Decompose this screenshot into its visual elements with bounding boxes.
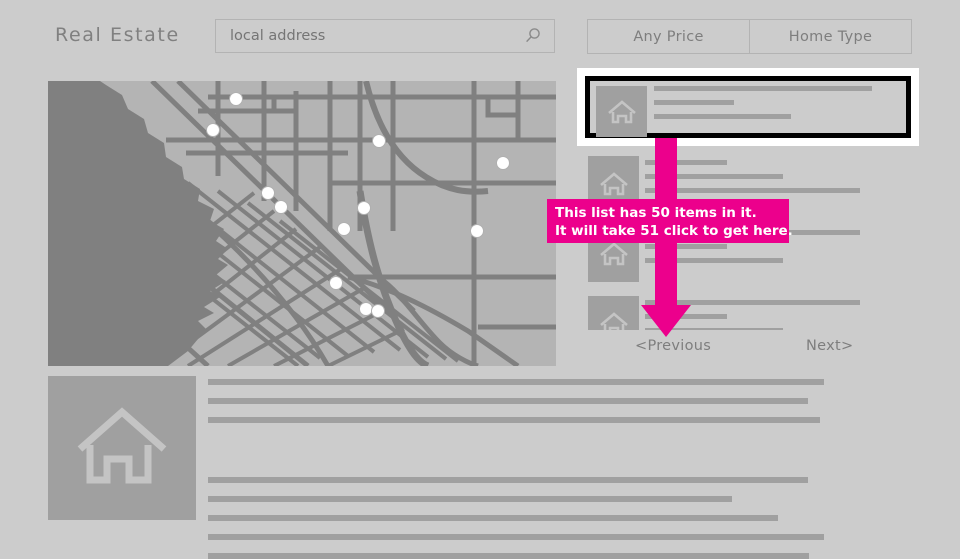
detail-line: [208, 515, 778, 521]
listing-line: [654, 100, 734, 105]
detail-thumbnail: [48, 376, 196, 520]
filter-bar: Any Price Home Type: [587, 19, 912, 54]
real-estate-app: Real Estate Any Price Home Type: [0, 0, 960, 559]
house-icon: [599, 312, 628, 330]
search-box[interactable]: [215, 19, 555, 53]
search-input[interactable]: [230, 20, 510, 52]
map-view[interactable]: [48, 81, 556, 366]
detail-line: [208, 398, 808, 404]
listing-line: [645, 174, 783, 179]
listing-text-lines: [645, 300, 880, 330]
pagination: <Previous Next>: [580, 338, 900, 362]
listing-line: [654, 114, 791, 119]
annotation-callout: This list has 50 items in it. It will ta…: [547, 199, 793, 243]
listing-text-lines: [645, 160, 880, 202]
next-page-link[interactable]: Next>: [806, 338, 853, 354]
detail-line: [208, 477, 808, 483]
filter-home-type[interactable]: Home Type: [749, 19, 912, 54]
house-icon: [77, 407, 167, 484]
selected-listing-highlight: [585, 76, 911, 138]
detail-line: [208, 496, 732, 502]
listing-line: [645, 258, 783, 263]
list-item[interactable]: [580, 296, 880, 330]
house-icon: [607, 99, 636, 123]
filter-home-type-label: Home Type: [788, 28, 873, 45]
filter-any-price-label: Any Price: [633, 28, 704, 45]
filter-any-price[interactable]: Any Price: [587, 19, 750, 54]
map-canvas: [48, 81, 556, 366]
selected-listing-text-lines: [654, 86, 900, 128]
annotation-line-1: This list has 50 items in it.: [555, 205, 757, 221]
listing-line: [645, 244, 727, 249]
listing-thumbnail: [588, 296, 639, 330]
listing-line: [645, 188, 860, 193]
annotation-line-2: It will take 51 click to get here.: [555, 223, 793, 239]
listing-line: [654, 86, 872, 91]
house-icon: [599, 172, 628, 196]
selected-listing-card[interactable]: [577, 68, 919, 146]
listing-line: [645, 314, 727, 319]
previous-page-link[interactable]: <Previous: [635, 338, 711, 354]
detail-line: [208, 534, 824, 540]
listing-line: [645, 328, 783, 330]
house-icon: [599, 242, 628, 266]
search-icon[interactable]: [524, 27, 542, 45]
detail-line: [208, 553, 809, 559]
detail-line: [208, 417, 820, 423]
listing-line: [645, 160, 727, 165]
detail-line: [208, 379, 824, 385]
selected-listing-thumbnail: [596, 86, 647, 137]
listing-line: [645, 300, 860, 305]
page-title: Real Estate: [55, 24, 180, 46]
